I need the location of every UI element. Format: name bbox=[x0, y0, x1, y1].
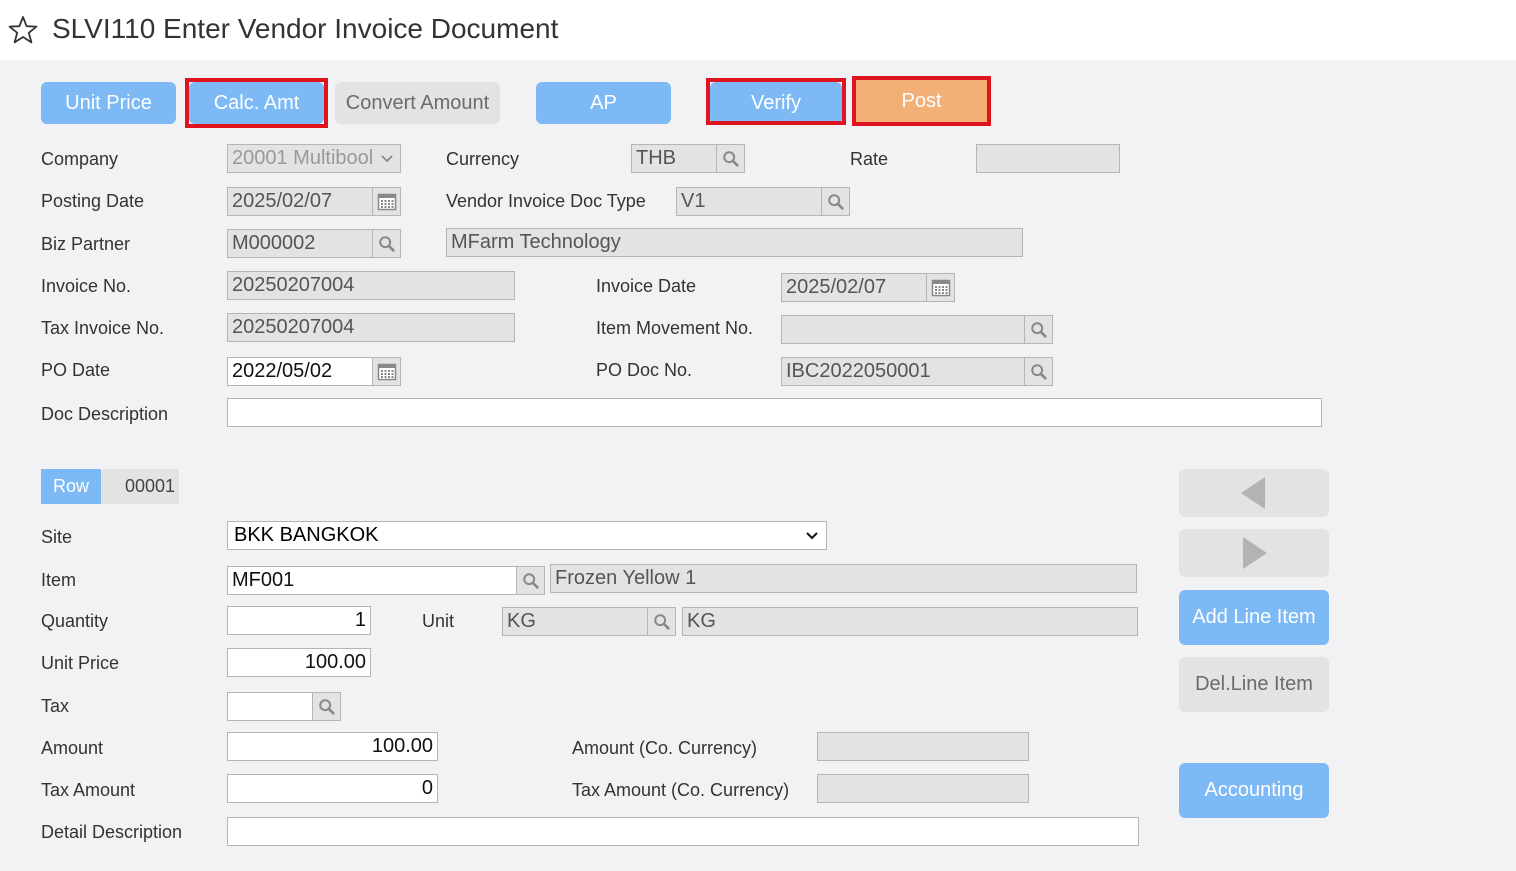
row-label-badge: Row bbox=[41, 469, 101, 504]
calendar-icon bbox=[931, 278, 951, 298]
quantity-label: Quantity bbox=[41, 611, 109, 631]
rate-field[interactable] bbox=[976, 144, 1120, 173]
row-number: 00001 bbox=[101, 469, 179, 504]
quantity-field[interactable]: 1 bbox=[227, 606, 371, 635]
search-icon bbox=[722, 150, 740, 168]
unit-price-button[interactable]: Unit Price bbox=[41, 82, 176, 124]
biz-partner-lookup-button[interactable] bbox=[372, 229, 401, 258]
doc-description-field[interactable] bbox=[227, 398, 1322, 427]
site-label: Site bbox=[41, 527, 73, 547]
ap-button[interactable]: AP bbox=[536, 82, 671, 124]
rate-label: Rate bbox=[850, 149, 889, 169]
tax-field[interactable] bbox=[227, 692, 313, 721]
search-icon bbox=[522, 572, 540, 590]
unit-lookup-button[interactable] bbox=[647, 607, 676, 636]
doc-type-label: Vendor Invoice Doc Type bbox=[446, 191, 646, 211]
del-line-item-button[interactable]: Del.Line Item bbox=[1179, 657, 1329, 712]
posting-date-field[interactable]: 2025/02/07 bbox=[227, 187, 373, 216]
tax-amount-field[interactable]: 0 bbox=[227, 774, 438, 803]
tax-invoice-label: Tax Invoice No. bbox=[41, 318, 165, 338]
tax-invoice-field[interactable]: 20250207004 bbox=[227, 313, 515, 342]
invoice-date-label: Invoice Date bbox=[596, 276, 697, 296]
search-icon bbox=[827, 193, 845, 211]
item-name-field: Frozen Yellow 1 bbox=[550, 564, 1137, 593]
biz-partner-label: Biz Partner bbox=[41, 234, 131, 254]
po-doc-lookup-button[interactable] bbox=[1024, 357, 1053, 386]
calc-amt-highlight bbox=[185, 78, 328, 128]
company-label: Company bbox=[41, 149, 119, 169]
unit-price-label: Unit Price bbox=[41, 653, 120, 673]
post-highlight bbox=[852, 76, 991, 126]
item-code-field[interactable]: MF001 bbox=[227, 566, 517, 595]
tax-amount-co-field bbox=[817, 774, 1029, 803]
item-movement-field[interactable] bbox=[781, 315, 1025, 344]
tax-label: Tax bbox=[41, 696, 70, 716]
chevron-down-icon bbox=[806, 532, 818, 540]
convert-amount-button[interactable]: Convert Amount bbox=[335, 82, 500, 124]
unit-code-field[interactable]: KG bbox=[502, 607, 648, 636]
unit-price-field[interactable]: 100.00 bbox=[227, 648, 371, 677]
item-lookup-button[interactable] bbox=[516, 566, 545, 595]
po-date-label: PO Date bbox=[41, 360, 111, 380]
arrow-right-icon bbox=[1243, 537, 1267, 569]
doc-type-field[interactable]: V1 bbox=[676, 187, 822, 216]
invoice-no-field[interactable]: 20250207004 bbox=[227, 271, 515, 300]
biz-partner-name-field: MFarm Technology bbox=[446, 228, 1023, 257]
tax-lookup-button[interactable] bbox=[312, 692, 341, 721]
site-select[interactable]: BKK BANGKOK bbox=[227, 521, 827, 550]
doc-description-label: Doc Description bbox=[41, 404, 169, 424]
amount-co-label: Amount (Co. Currency) bbox=[572, 738, 758, 758]
unit-label: Unit bbox=[422, 611, 455, 631]
currency-field[interactable]: THB bbox=[631, 144, 717, 173]
posting-date-label: Posting Date bbox=[41, 191, 145, 211]
chevron-down-icon bbox=[381, 155, 393, 163]
add-line-item-button[interactable]: Add Line Item bbox=[1179, 590, 1329, 645]
tax-amount-co-label: Tax Amount (Co. Currency) bbox=[572, 780, 790, 800]
star-icon[interactable] bbox=[7, 14, 39, 46]
search-icon bbox=[653, 613, 671, 631]
next-line-button[interactable] bbox=[1179, 529, 1329, 577]
previous-line-button[interactable] bbox=[1179, 469, 1329, 517]
doc-type-lookup-button[interactable] bbox=[821, 187, 850, 216]
amount-field[interactable]: 100.00 bbox=[227, 732, 438, 761]
calendar-icon bbox=[377, 192, 397, 212]
search-icon bbox=[1030, 363, 1048, 381]
item-movement-label: Item Movement No. bbox=[596, 318, 754, 338]
verify-highlight bbox=[706, 78, 846, 125]
currency-label: Currency bbox=[446, 149, 520, 169]
search-icon bbox=[318, 698, 336, 716]
detail-description-field[interactable] bbox=[227, 817, 1139, 846]
currency-lookup-button[interactable] bbox=[716, 144, 745, 173]
po-doc-field[interactable]: IBC2022050001 bbox=[781, 357, 1025, 386]
accounting-button[interactable]: Accounting bbox=[1179, 763, 1329, 818]
invoice-date-calendar-button[interactable] bbox=[926, 273, 955, 302]
calendar-icon bbox=[377, 362, 397, 382]
tax-amount-label: Tax Amount bbox=[41, 780, 136, 800]
page-title: SLVI110 Enter Vendor Invoice Document bbox=[52, 13, 559, 44]
company-value: 20001 Multibool bbox=[232, 147, 374, 169]
search-icon bbox=[1030, 321, 1048, 339]
site-value: BKK BANGKOK bbox=[234, 524, 379, 546]
po-doc-label: PO Doc No. bbox=[596, 360, 693, 380]
amount-label: Amount bbox=[41, 738, 104, 758]
arrow-left-icon bbox=[1241, 477, 1265, 509]
search-icon bbox=[378, 235, 396, 253]
item-movement-lookup-button[interactable] bbox=[1024, 315, 1053, 344]
biz-partner-code-field[interactable]: M000002 bbox=[227, 229, 373, 258]
detail-description-label: Detail Description bbox=[41, 822, 183, 842]
po-date-field[interactable]: 2022/05/02 bbox=[227, 357, 373, 386]
company-select[interactable]: 20001 Multibool bbox=[227, 144, 401, 173]
invoice-no-label: Invoice No. bbox=[41, 276, 132, 296]
unit-name-field: KG bbox=[682, 607, 1138, 636]
amount-co-field bbox=[817, 732, 1029, 761]
posting-date-calendar-button[interactable] bbox=[372, 187, 401, 216]
invoice-date-field[interactable]: 2025/02/07 bbox=[781, 273, 927, 302]
page-header: SLVI110 Enter Vendor Invoice Document bbox=[0, 0, 1516, 60]
po-date-calendar-button[interactable] bbox=[372, 357, 401, 386]
item-label: Item bbox=[41, 570, 77, 590]
